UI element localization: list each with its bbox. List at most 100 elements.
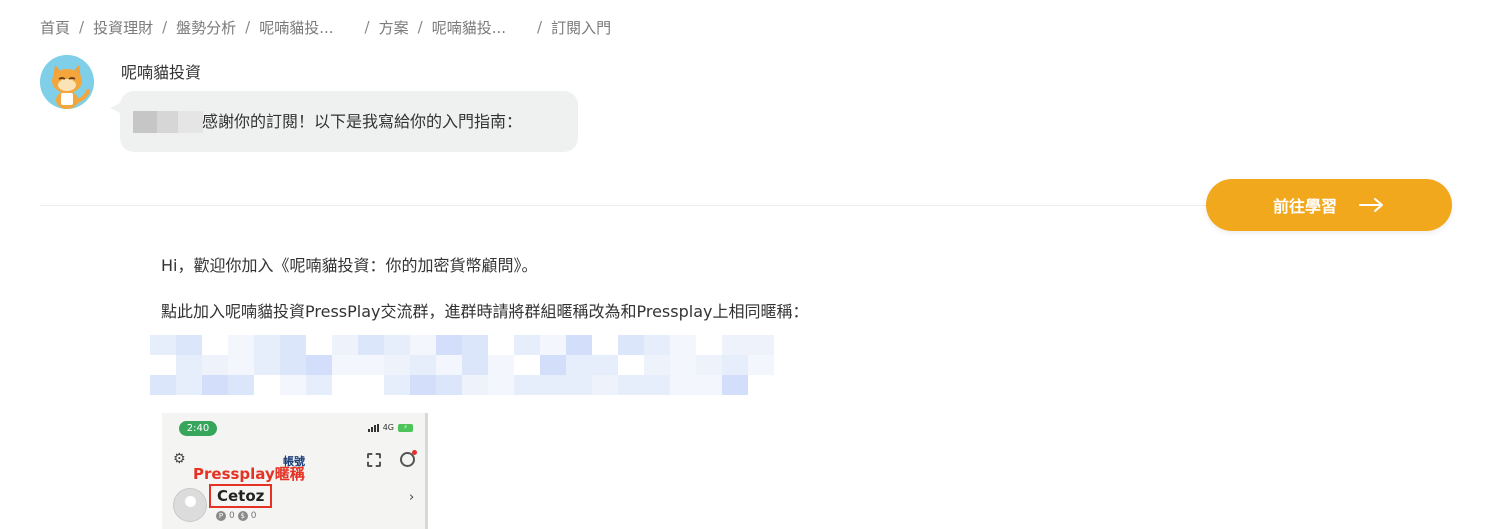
mosaic-cell: [150, 375, 176, 395]
mosaic-cell: [514, 335, 540, 355]
battery-icon: ⚡: [398, 423, 413, 432]
mosaic-cell: [592, 375, 618, 395]
mosaic-cell: [228, 355, 254, 375]
mosaic-cell: [384, 335, 410, 355]
mosaic-cell: [280, 375, 306, 395]
mosaic-cell: [644, 355, 670, 375]
welcome-paragraph: Hi，歡迎你加入《呢喃貓投資：你的加密貨幣顧問》。: [161, 256, 538, 275]
mosaic-cell: [254, 375, 280, 395]
mosaic-cell: [592, 335, 618, 355]
breadcrumb-separator: /: [245, 18, 251, 36]
mosaic-cell: [774, 355, 800, 375]
go-learn-label: 前往學習: [1272, 199, 1337, 216]
mosaic-cell: [384, 355, 410, 375]
cat-avatar-icon: [40, 55, 94, 109]
annotation-nickname: Pressplay暱稱: [193, 465, 305, 483]
mosaic-cell: [566, 355, 592, 375]
mosaic-cell: [332, 355, 358, 375]
mosaic-cell: [176, 355, 202, 375]
mosaic-cell: [774, 375, 800, 395]
breadcrumb-home[interactable]: 首頁: [40, 17, 70, 38]
phone-status-bar: 4G ⚡: [367, 423, 413, 432]
mosaic-cell: [358, 375, 384, 395]
breadcrumb-separator: /: [417, 18, 423, 36]
mosaic-cell: [566, 335, 592, 355]
mosaic-cell: [618, 355, 644, 375]
mosaic-cell: [514, 355, 540, 375]
mosaic-cell: [462, 355, 488, 375]
mosaic-cell: [462, 375, 488, 395]
mosaic-cell: [254, 335, 280, 355]
mosaic-cell: [358, 355, 384, 375]
mosaic-cell: [150, 335, 176, 355]
breadcrumb-investing[interactable]: 投資理財: [93, 17, 153, 38]
mosaic-cell: [384, 375, 410, 395]
mosaic-cell: [670, 355, 696, 375]
mosaic-cell: [176, 335, 202, 355]
mosaic-cell: [722, 355, 748, 375]
mosaic-cell: [332, 375, 358, 395]
mosaic-cell: [540, 375, 566, 395]
chevron-right-icon: ›: [409, 490, 415, 505]
mosaic-cell: [254, 355, 280, 375]
mosaic-cell: [722, 335, 748, 355]
mosaic-cell: [514, 375, 540, 395]
breadcrumb-current: 訂閱入門: [551, 18, 612, 37]
profile-avatar: [173, 488, 207, 522]
nickname-highlight: Cetoz: [209, 484, 273, 508]
mosaic-cell: [696, 375, 722, 395]
author-avatar[interactable]: [40, 55, 94, 109]
s-points-value: 0: [250, 511, 257, 521]
welcome-message-bubble: 感謝你的訂閱！以下是我寫給你的入門指南：: [120, 91, 578, 152]
breadcrumb: 首頁 / 投資理財 / 盤勢分析 / 呢喃貓投... / 方案 / 呢喃貓投..…: [40, 17, 611, 37]
mosaic-cell: [436, 335, 462, 355]
mosaic-cell: [644, 375, 670, 395]
mosaic-cell: [332, 335, 358, 355]
mosaic-cell: [150, 355, 176, 375]
breadcrumb-market-analysis[interactable]: 盤勢分析: [176, 17, 236, 38]
mosaic-cell: [696, 355, 722, 375]
mosaic-cell: [410, 375, 436, 395]
notification-icon: [400, 450, 417, 467]
phone-time: 2:40: [179, 421, 217, 436]
mosaic-cell: [748, 335, 774, 355]
phone-screenshot-image: 2:40 4G ⚡ ⚙ 帳號 Pressplay暱稱 Cetoz › P 0 $…: [162, 413, 428, 529]
mosaic-cell: [176, 375, 202, 395]
mosaic-cell: [670, 375, 696, 395]
mosaic-cell: [488, 375, 514, 395]
mosaic-cell: [670, 335, 696, 355]
mosaic-cell: [306, 355, 332, 375]
mosaic-cell: [774, 335, 800, 355]
mosaic-cell: [618, 335, 644, 355]
mosaic-cell: [358, 335, 384, 355]
mosaic-cell: [202, 355, 228, 375]
redacted-group-link[interactable]: [150, 335, 800, 395]
mosaic-cell: [540, 355, 566, 375]
mosaic-cell: [566, 375, 592, 395]
scan-icon: [367, 453, 381, 467]
network-label: 4G: [382, 423, 394, 432]
author-name[interactable]: 呢喃貓投資: [121, 59, 201, 83]
mosaic-cell: [488, 335, 514, 355]
mosaic-cell: [202, 335, 228, 355]
breadcrumb-channel[interactable]: 呢喃貓投...: [259, 17, 333, 38]
mosaic-cell: [306, 375, 332, 395]
mosaic-cell: [280, 335, 306, 355]
signal-icon: [367, 423, 379, 432]
mosaic-cell: [644, 335, 670, 355]
mosaic-cell: [228, 335, 254, 355]
breadcrumb-separator: /: [162, 18, 168, 36]
arrow-right-icon: [1359, 198, 1383, 212]
welcome-message-text: 感謝你的訂閱！以下是我寫給你的入門指南：: [202, 112, 523, 131]
s-coin-icon: $: [237, 511, 248, 521]
p-points-value: 0: [229, 511, 235, 521]
breadcrumb-separator: /: [364, 18, 370, 36]
mosaic-cell: [410, 355, 436, 375]
breadcrumb-separator: /: [537, 18, 543, 36]
breadcrumb-plan[interactable]: 呢喃貓投...: [432, 17, 506, 38]
mosaic-cell: [696, 335, 722, 355]
go-learn-button[interactable]: 前往學習: [1206, 179, 1452, 231]
mosaic-cell: [410, 335, 436, 355]
mosaic-cell: [306, 335, 332, 355]
breadcrumb-plans[interactable]: 方案: [379, 17, 409, 38]
